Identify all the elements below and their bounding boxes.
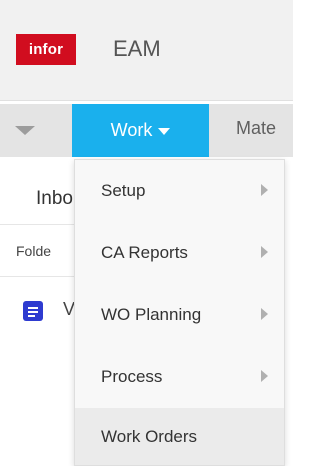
list-icon <box>23 301 43 321</box>
menu-item-ca-reports[interactable]: CA Reports <box>75 222 284 284</box>
divider <box>0 276 78 277</box>
inbox-title: Inbo <box>36 188 73 209</box>
tab-work[interactable]: Work <box>72 104 209 157</box>
menu-item-process[interactable]: Process <box>75 346 284 408</box>
divider <box>0 224 78 225</box>
caret-down-icon <box>158 128 171 135</box>
menu-item-label: Setup <box>101 181 146 200</box>
menu-item-wo-planning[interactable]: WO Planning <box>75 284 284 346</box>
menu-item-label: CA Reports <box>101 243 188 262</box>
app-header: infor EAM <box>0 0 293 101</box>
chevron-right-icon <box>261 246 268 258</box>
app-title: EAM <box>113 36 161 61</box>
infor-logo[interactable]: infor <box>16 34 76 65</box>
main-navbar: Work Mate <box>0 104 293 157</box>
chevron-right-icon <box>261 308 268 320</box>
collapse-chevron-icon[interactable] <box>15 126 35 135</box>
folder-column-header[interactable]: Folde <box>16 243 51 259</box>
tab-work-label: Work <box>110 120 153 140</box>
menu-item-label: WO Planning <box>101 305 202 324</box>
menu-item-setup[interactable]: Setup <box>75 160 284 222</box>
menu-item-work-orders[interactable]: Work Orders <box>75 408 284 465</box>
chevron-right-icon <box>261 370 268 382</box>
menu-item-label: Process <box>101 367 163 386</box>
menu-item-label: Work Orders <box>101 426 198 446</box>
work-dropdown-menu: Setup CA Reports WO Planning Process Wor… <box>74 159 285 466</box>
chevron-right-icon <box>261 184 268 196</box>
tab-materials[interactable]: Mate <box>236 118 276 139</box>
